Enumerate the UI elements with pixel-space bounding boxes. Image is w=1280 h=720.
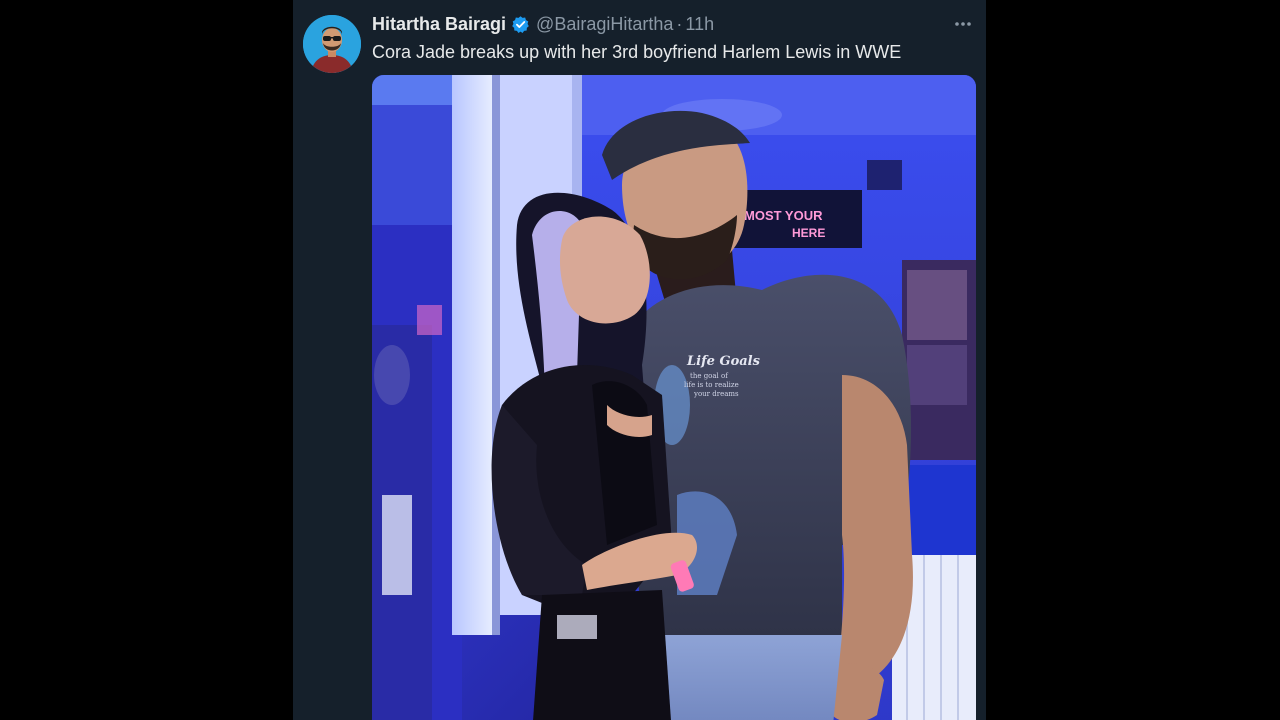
shirt-print-title: Life Goals (686, 354, 761, 369)
more-options-button[interactable] (950, 12, 976, 36)
neon-sign-line-1: MOST YOUR (744, 208, 823, 223)
video-frame: Hitartha Bairagi @BairagiHitartha · 11h … (0, 0, 1280, 720)
header-separator: · (676, 13, 683, 34)
shirt-print-line-1: the goal of (690, 372, 729, 380)
neon-sign-line-2: HERE (792, 226, 825, 240)
tweet-timestamp[interactable]: 11h (685, 14, 714, 35)
tweet-header: Hitartha Bairagi @BairagiHitartha · 11h (372, 12, 714, 36)
verified-badge-icon (511, 15, 530, 34)
author-display-name[interactable]: Hitartha Bairagi (372, 14, 506, 35)
tweet-photo[interactable]: MOST YOUR HERE Life Goals the goal of li… (372, 75, 976, 720)
tweet-card[interactable]: Hitartha Bairagi @BairagiHitartha · 11h … (293, 0, 986, 720)
author-avatar[interactable] (303, 15, 361, 73)
shirt-print-line-2: life is to realize (684, 381, 739, 389)
more-horizontal-icon (955, 22, 971, 26)
tweet-text: Cora Jade breaks up with her 3rd boyfrie… (372, 42, 902, 62)
author-handle[interactable]: @BairagiHitartha (536, 14, 673, 35)
shirt-print-line-3: your dreams (693, 390, 739, 398)
